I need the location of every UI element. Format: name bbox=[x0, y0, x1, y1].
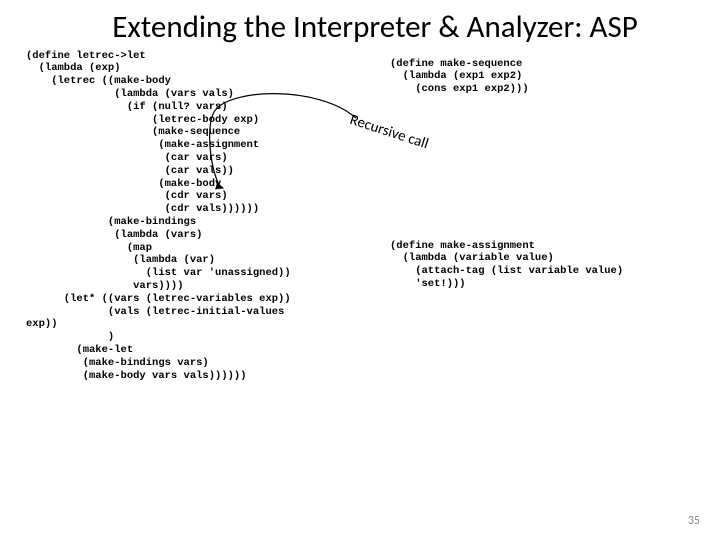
recursive-call-label: Recursive call bbox=[347, 111, 430, 153]
page-number: 35 bbox=[688, 514, 700, 528]
code-block-left: (define letrec->let (lambda (exp) (letre… bbox=[26, 50, 291, 383]
slide-title: Extending the Interpreter & Analyzer: AS… bbox=[0, 0, 720, 50]
code-block-make-sequence: (define make-sequence (lambda (exp1 exp2… bbox=[390, 58, 529, 96]
code-block-make-assignment: (define make-assignment (lambda (variabl… bbox=[390, 240, 623, 291]
